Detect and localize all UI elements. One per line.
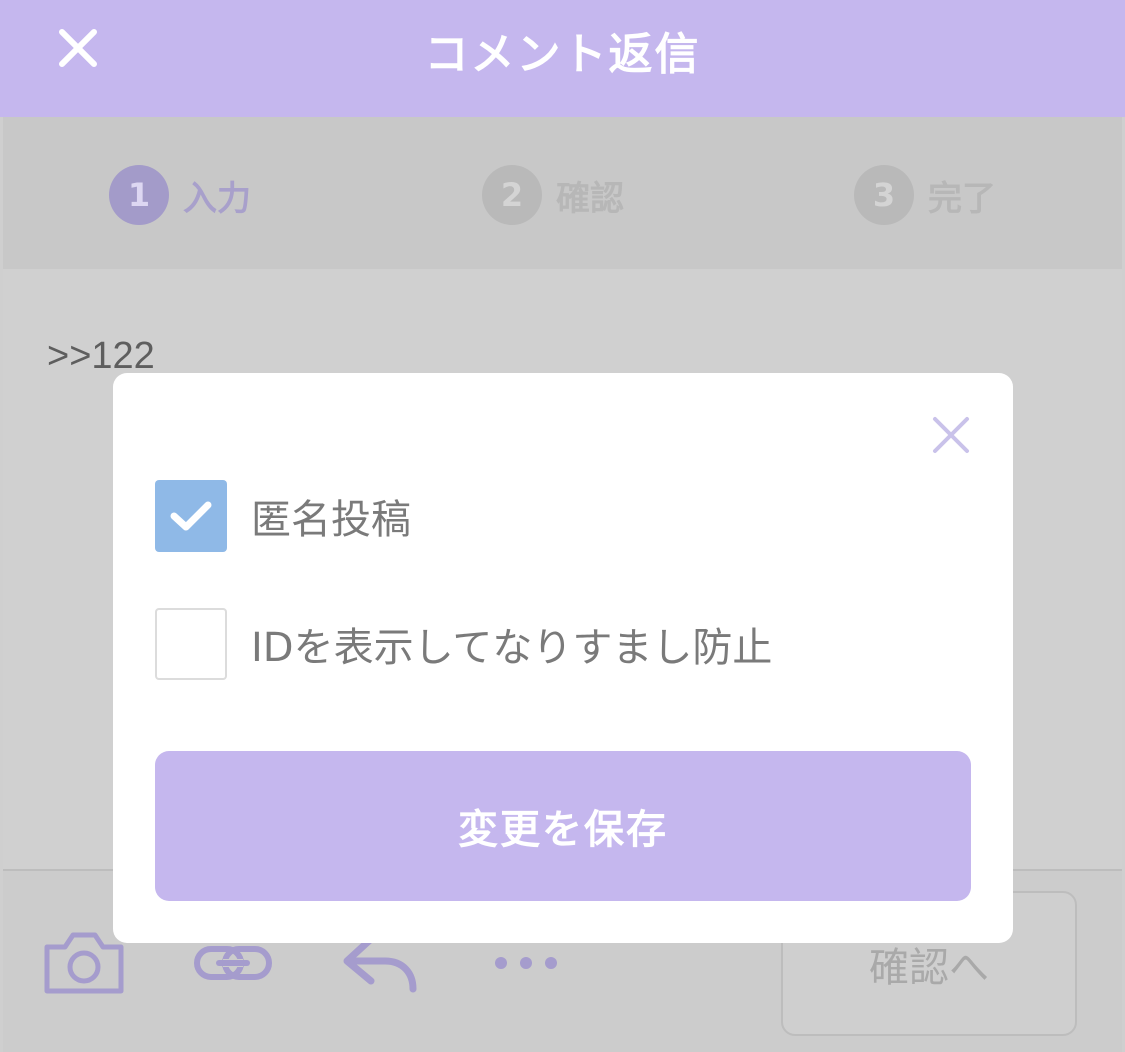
link-icon[interactable] xyxy=(193,943,273,987)
close-icon[interactable] xyxy=(931,415,971,455)
page-title: コメント返信 xyxy=(424,28,701,80)
post-settings-modal: 匿名投稿 IDを表示してなりすまし防止 変更を保存 xyxy=(113,373,1013,943)
step-confirm: 2 確認 xyxy=(482,165,624,225)
step-number: 1 xyxy=(109,165,169,225)
step-label: 入力 xyxy=(183,178,251,219)
save-changes-button[interactable]: 変更を保存 xyxy=(155,751,971,901)
step-complete: 3 完了 xyxy=(854,165,996,225)
step-number: 2 xyxy=(482,165,542,225)
anonymous-post-option[interactable]: 匿名投稿 xyxy=(155,480,411,552)
show-id-label: IDを表示してなりすまし防止 xyxy=(251,625,773,671)
show-id-option[interactable]: IDを表示してなりすまし防止 xyxy=(155,608,772,680)
header-bar: コメント返信 xyxy=(0,0,1125,117)
camera-icon[interactable] xyxy=(43,929,125,999)
anonymous-post-checkbox[interactable] xyxy=(155,480,227,552)
step-input: 1 入力 xyxy=(109,165,251,225)
anonymous-post-label: 匿名投稿 xyxy=(251,497,411,543)
show-id-checkbox[interactable] xyxy=(155,608,227,680)
step-indicator: 1 入力 2 確認 3 完了 xyxy=(3,117,1122,269)
step-number: 3 xyxy=(854,165,914,225)
check-icon xyxy=(170,501,212,531)
step-label: 確認 xyxy=(556,178,624,219)
more-icon[interactable] xyxy=(491,953,561,977)
close-icon[interactable] xyxy=(52,22,104,74)
step-label: 完了 xyxy=(928,178,996,219)
reply-anchor-text: >>122 xyxy=(47,335,155,377)
